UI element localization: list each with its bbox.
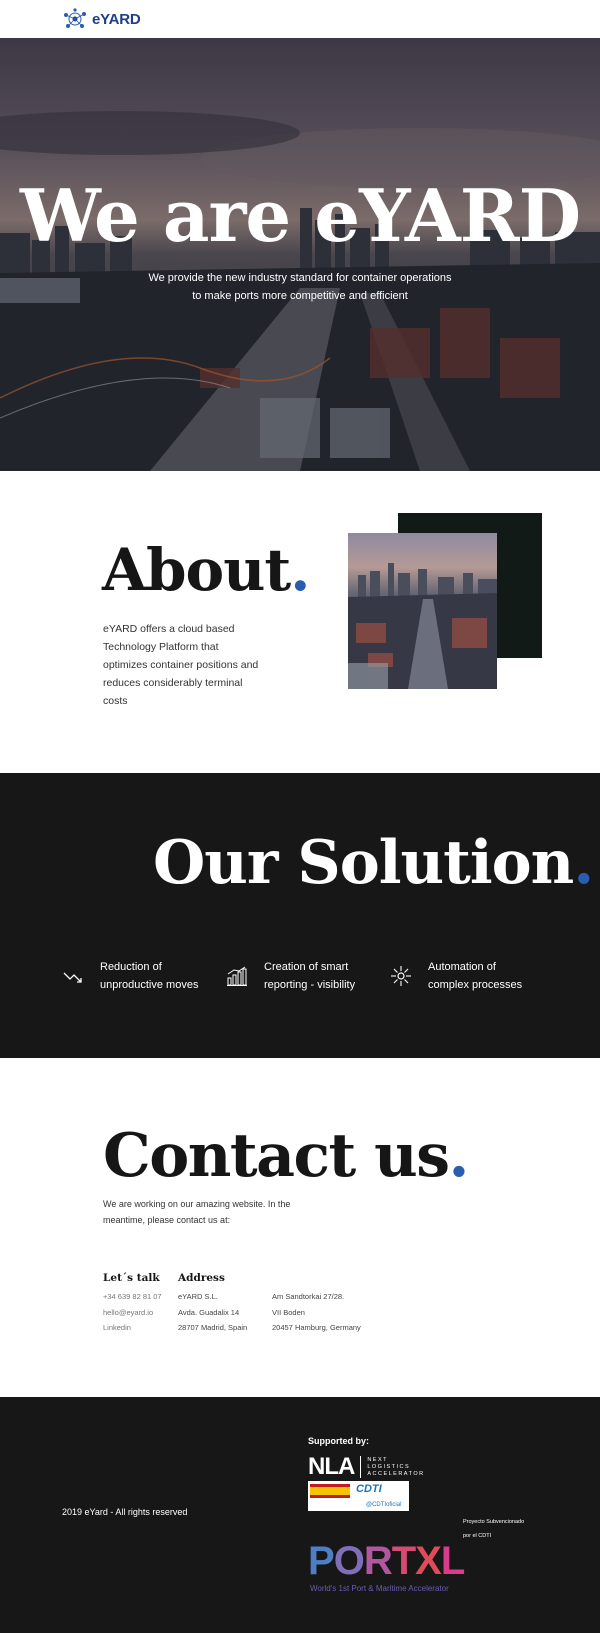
brand-name: eYARD	[92, 10, 141, 28]
cdti-logo-card[interactable]: CDTI @CDTIoficial	[308, 1481, 409, 1511]
nla-sub-line3: ACCELERATOR	[367, 1470, 425, 1477]
solution-section: Our Solution. Reduction of unproductive …	[0, 773, 600, 1058]
feature-reduction-line1: Reduction of	[100, 961, 162, 973]
feature-reporting-text: Creation of smart reporting - visibility	[264, 958, 355, 994]
feature-reporting: Creation of smart reporting - visibility	[226, 958, 355, 994]
site-header: eYARD	[0, 0, 600, 38]
hero-section: We are eYARD We provide the new industry…	[0, 38, 600, 471]
automation-spark-icon	[391, 966, 411, 986]
about-port-image	[348, 533, 497, 689]
solution-title-text: Our Solution	[153, 828, 574, 898]
nla-letters-text: NLA	[308, 1453, 355, 1480]
port-photo-graphic	[348, 563, 497, 689]
address-hamburg-line2: VII Boden	[272, 1308, 305, 1317]
site-footer: 2019 eYard - All rights reserved Support…	[0, 1397, 600, 1633]
feature-automation-line2: complex processes	[428, 979, 523, 991]
address-heading: Address	[178, 1272, 225, 1284]
portxl-tagline: World's 1st Port & Maritime Accelerator	[310, 1584, 449, 1593]
proyecto-line2: por el CDTI	[463, 1533, 492, 1539]
nla-sub-line2: LOGISTICS	[367, 1463, 411, 1470]
contact-description: We are working on our amazing website. I…	[103, 1199, 291, 1225]
address-hamburg-line1: Am Sandtorkai 27/28.	[272, 1292, 345, 1301]
contact-title-text: Contact us	[103, 1121, 450, 1191]
portxl-letter-o: O	[333, 1539, 365, 1583]
about-title: About.	[102, 541, 310, 599]
about-description: eYARD offers a cloud based Technology Pl…	[103, 623, 259, 707]
contact-phone-link[interactable]: +34 639 82 81 07	[103, 1292, 162, 1301]
portxl-logo[interactable]: PORTXL	[308, 1539, 465, 1583]
nla-letters: NLA	[308, 1453, 355, 1481]
proyecto-note: Proyecto Subvencionado por el CDTI	[463, 1515, 524, 1543]
spain-government-flag	[310, 1484, 350, 1498]
nla-logo[interactable]: NLA NEXT LOGISTICS ACCELERATOR	[308, 1453, 425, 1481]
network-nodes-icon	[64, 8, 86, 28]
address-madrid-line2: Avda. Guadalix 14	[178, 1308, 240, 1317]
feature-automation-text: Automation of complex processes	[428, 958, 522, 994]
linkedin-link[interactable]: Linkedin	[103, 1323, 131, 1332]
portxl-letter-l: L	[440, 1539, 465, 1583]
brand-logo[interactable]: eYARD	[62, 8, 141, 30]
hero-title: We are eYARD	[19, 173, 581, 258]
feature-reporting-line1: Creation of smart	[264, 961, 349, 973]
hero-subtitle: We provide the new industry standard for…	[0, 269, 600, 305]
contact-email-link[interactable]: hello@eyard.io	[103, 1308, 153, 1317]
supported-by-label: Supported by:	[308, 1436, 369, 1446]
feature-reporting-line2: reporting - visibility	[264, 979, 356, 991]
feature-automation: Automation of complex processes	[390, 958, 522, 994]
portxl-letter-r: R	[363, 1539, 393, 1583]
feature-reduction-line2: unproductive moves	[100, 979, 199, 991]
address-madrid-line1: eYARD S.L.	[178, 1292, 218, 1301]
proyecto-line1: Proyecto Subvencionado	[463, 1519, 525, 1525]
cdti-logo: CDTI	[356, 1483, 382, 1495]
solution-title-dot: .	[573, 828, 594, 898]
trend-down-icon	[63, 972, 82, 983]
lets-talk-heading: Let´s talk	[103, 1272, 160, 1284]
contact-title: Contact us.	[103, 1126, 469, 1186]
contact-title-dot: .	[448, 1121, 470, 1191]
address-madrid-line3: 28707 Madrid, Spain	[178, 1323, 248, 1332]
portxl-letter-t: T	[391, 1539, 416, 1583]
about-title-dot: .	[290, 536, 310, 604]
portxl-letter-x: X	[415, 1539, 442, 1583]
feature-automation-line1: Automation of	[428, 961, 496, 973]
copyright-text: 2019 eYard - All rights reserved	[62, 1507, 188, 1517]
nla-subtitle: NEXT LOGISTICS ACCELERATOR	[367, 1457, 424, 1478]
hero-subtitle-line1: We provide the new industry standard for…	[148, 272, 452, 284]
nla-divider	[360, 1456, 362, 1478]
portxl-letter-p: P	[308, 1539, 335, 1583]
cdti-handle: @CDTIoficial	[366, 1502, 402, 1508]
feature-reduction: Reduction of unproductive moves	[62, 958, 198, 994]
about-title-text: About	[102, 536, 291, 604]
bar-chart-icon	[227, 966, 247, 986]
address-hamburg-line3: 20457 Hamburg, Germany	[272, 1323, 361, 1332]
hero-subtitle-line2: to make ports more competitive and effic…	[192, 290, 408, 302]
feature-reduction-text: Reduction of unproductive moves	[100, 958, 198, 994]
solution-title: Our Solution.	[153, 833, 594, 893]
nla-sub-line1: NEXT	[367, 1456, 388, 1463]
